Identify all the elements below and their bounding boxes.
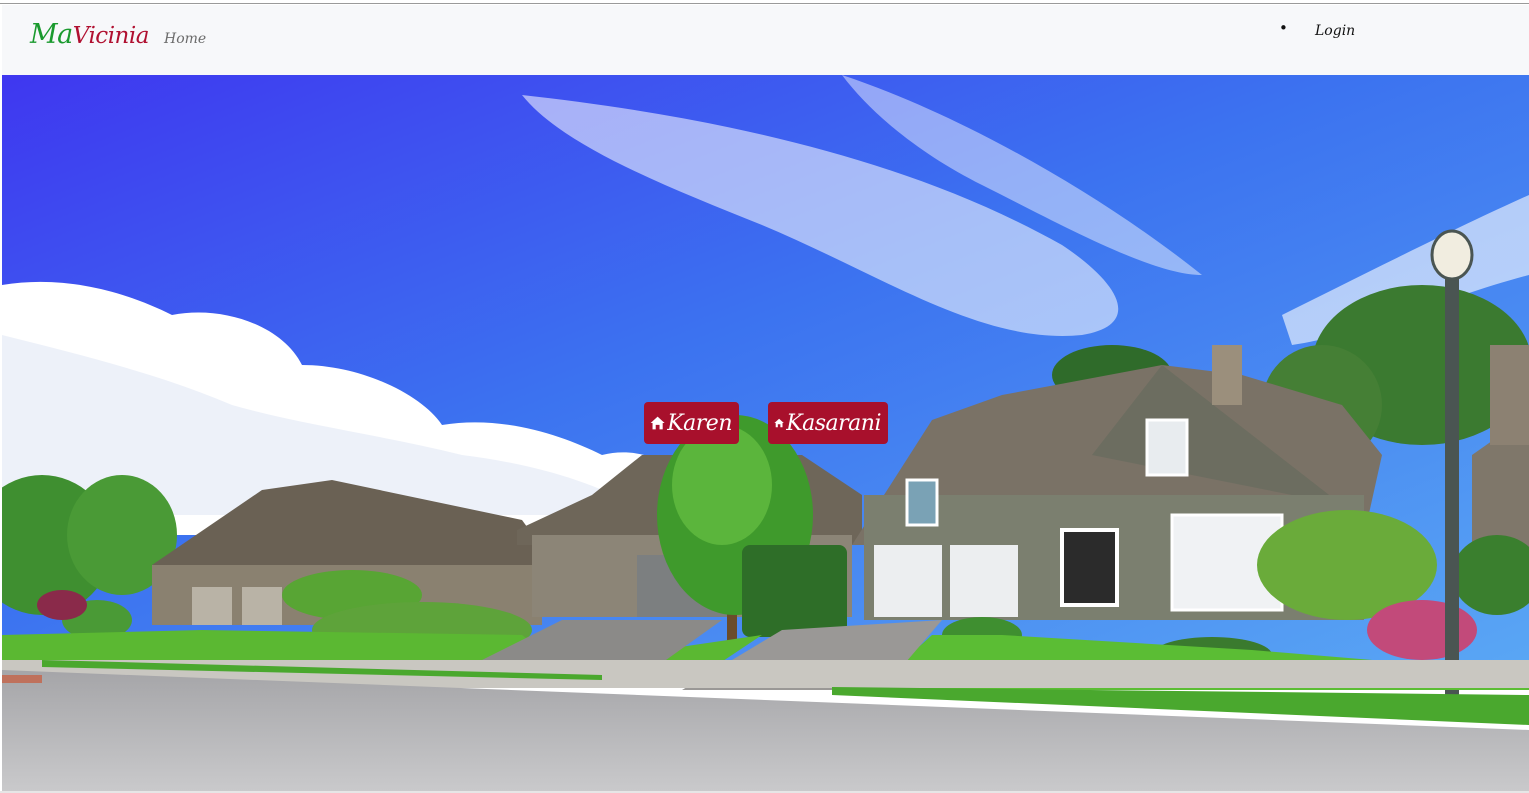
location-button-karen[interactable]: Karen (644, 402, 739, 444)
home-icon (650, 416, 665, 430)
location-button-kasarani[interactable]: Kasarani (768, 402, 888, 444)
top-rule (0, 0, 1529, 4)
nav-home-link[interactable]: Home (164, 31, 206, 47)
brand-prefix: Ma (30, 19, 73, 50)
navbar: MaVicinia Home • Login (2, 5, 1529, 75)
nav-bullet: • (1279, 19, 1288, 37)
home-icon (774, 418, 784, 428)
location-label-karen: Karen (667, 410, 732, 436)
brand-suffix: Vicinia (72, 23, 150, 49)
nav-login-link[interactable]: Login (1315, 23, 1355, 39)
location-label-kasarani: Kasarani (786, 410, 881, 436)
hero-image (2, 75, 1529, 791)
suburban-houses-illustration (2, 75, 1529, 791)
brand-logo[interactable]: MaVicinia (30, 19, 149, 50)
